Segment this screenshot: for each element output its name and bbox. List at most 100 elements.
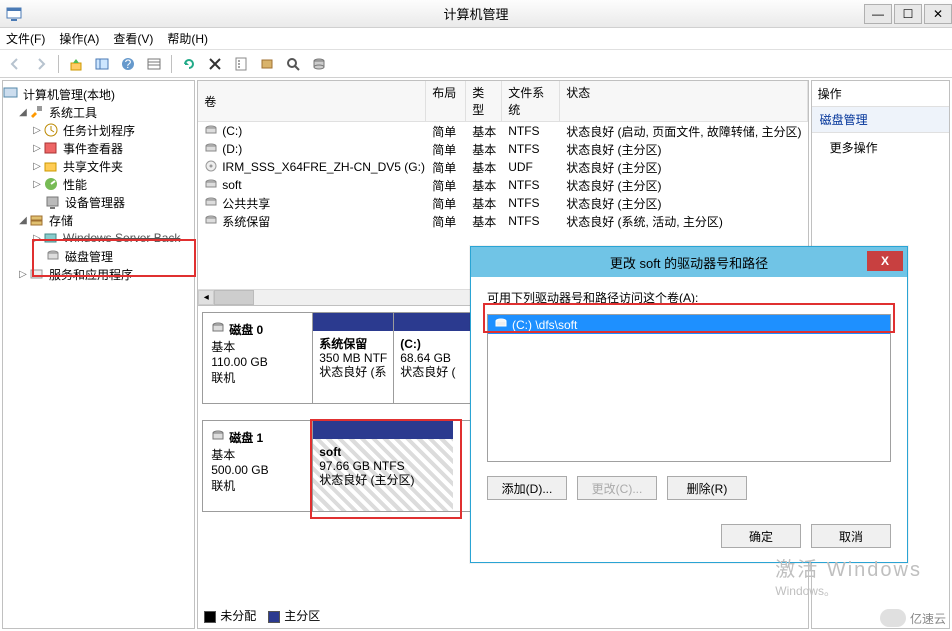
volume-row[interactable]: 系统保留简单基本NTFS状态良好 (系统, 活动, 主分区): [198, 212, 807, 230]
disk-partition[interactable]: 系统保留350 MB NTF状态良好 (系: [313, 313, 393, 403]
tree-system-tools[interactable]: ◢ 系统工具: [3, 103, 194, 121]
tool-find-button[interactable]: [282, 53, 304, 75]
tool-disk-button[interactable]: [308, 53, 330, 75]
partition-size: 68.64 GB: [400, 351, 467, 365]
dialog-path-text: (C:) \dfs\soft: [512, 318, 577, 332]
partition-name: 系统保留: [319, 337, 387, 351]
tree-task-scheduler[interactable]: ▷ 任务计划程序: [3, 121, 194, 139]
tool-refresh-button[interactable]: [178, 53, 200, 75]
dialog-ok-button[interactable]: 确定: [721, 524, 801, 548]
volume-fs: NTFS: [502, 141, 560, 157]
tree-services-apps[interactable]: ▷ 服务和应用程序: [3, 265, 194, 283]
expand-icon[interactable]: ▷: [31, 143, 43, 154]
volume-layout: 简单: [426, 158, 466, 177]
col-volume-header[interactable]: 卷: [198, 81, 426, 121]
expand-icon[interactable]: ▷: [31, 179, 43, 190]
tool-help-button[interactable]: ?: [117, 53, 139, 75]
volume-fs: NTFS: [502, 177, 560, 193]
tree-root[interactable]: 计算机管理(本地): [3, 85, 194, 103]
disk-mgmt-icon: [45, 248, 61, 264]
volume-row[interactable]: IRM_SSS_X64FRE_ZH-CN_DV5 (G:)简单基本UDF状态良好…: [198, 158, 807, 176]
expand-icon[interactable]: ▷: [31, 233, 43, 244]
tool-delete-button[interactable]: [204, 53, 226, 75]
collapse-icon[interactable]: ◢: [17, 215, 29, 226]
volume-row[interactable]: (D:) 简单基本NTFS状态良好 (主分区): [198, 140, 807, 158]
tool-properties-button[interactable]: [230, 53, 252, 75]
volume-layout: 简单: [426, 140, 466, 159]
expand-icon[interactable]: ▷: [31, 125, 43, 136]
dialog-cancel-button[interactable]: 取消: [811, 524, 891, 548]
device-icon: [45, 194, 61, 210]
folder-share-icon: [43, 158, 59, 174]
volume-status: 状态良好 (主分区): [560, 140, 807, 159]
window-close-button[interactable]: ✕: [924, 4, 952, 24]
partition-size: 97.66 GB NTFS: [319, 459, 447, 473]
backup-icon: [43, 230, 59, 246]
dialog-remove-button[interactable]: 删除(R): [667, 476, 747, 500]
volume-name: (D:): [222, 142, 242, 156]
col-fs-header[interactable]: 文件系统: [502, 81, 560, 121]
expand-icon[interactable]: ▷: [17, 269, 29, 280]
dialog-title: 更改 soft 的驱动器号和路径: [610, 253, 768, 272]
tool-view-button[interactable]: [143, 53, 165, 75]
tree-performance[interactable]: ▷ 性能: [3, 175, 194, 193]
menu-action[interactable]: 操作(A): [59, 30, 99, 47]
volume-layout: 简单: [426, 212, 466, 231]
dialog-paths-listbox[interactable]: (C:) \dfs\soft: [487, 314, 891, 462]
dialog-close-button[interactable]: X: [867, 251, 903, 271]
disk-partition[interactable]: (C:)68.64 GB状态良好 (: [393, 313, 473, 403]
volume-layout: 简单: [426, 194, 466, 213]
window-minimize-button[interactable]: —: [864, 4, 892, 24]
dialog-add-button[interactable]: 添加(D)...: [487, 476, 567, 500]
menu-help[interactable]: 帮助(H): [167, 30, 208, 47]
col-status-header[interactable]: 状态: [560, 81, 807, 121]
windows-activation-watermark: 激活 Windows Windows。: [775, 553, 922, 599]
window-maximize-button[interactable]: ☐: [894, 4, 922, 24]
actions-more-link[interactable]: 更多操作: [812, 133, 949, 162]
app-icon: [6, 6, 22, 22]
col-layout-header[interactable]: 布局: [426, 81, 466, 121]
window-titlebar: 计算机管理 — ☐ ✕: [0, 0, 952, 28]
disk-size: 110.00 GB: [211, 355, 304, 369]
nav-back-button[interactable]: [4, 53, 26, 75]
tool-settings-button[interactable]: [256, 53, 278, 75]
volume-status: 状态良好 (主分区): [560, 194, 807, 213]
disk-mode: 基本: [211, 446, 304, 463]
event-icon: [43, 140, 59, 156]
tree-device-manager[interactable]: 设备管理器: [3, 193, 194, 211]
tree-shared-folders[interactable]: ▷ 共享文件夹: [3, 157, 194, 175]
menu-bar: 文件(F) 操作(A) 查看(V) 帮助(H): [0, 28, 952, 50]
disk-icon: [211, 429, 225, 446]
volume-name: 系统保留: [222, 213, 270, 230]
tree-windows-server-backup[interactable]: ▷ Windows Server Back: [3, 229, 194, 247]
col-type-header[interactable]: 类型: [466, 81, 502, 121]
collapse-icon[interactable]: ◢: [17, 107, 29, 118]
tool-panes-button[interactable]: [91, 53, 113, 75]
menu-file[interactable]: 文件(F): [6, 30, 45, 47]
volume-name: IRM_SSS_X64FRE_ZH-CN_DV5 (G:): [222, 160, 425, 174]
menu-view[interactable]: 查看(V): [113, 30, 153, 47]
legend-unallocated: 未分配: [220, 609, 256, 623]
volume-row[interactable]: soft简单基本NTFS状态良好 (主分区): [198, 176, 807, 194]
scroll-left-button[interactable]: ◂: [198, 290, 214, 305]
scroll-thumb[interactable]: [214, 290, 254, 305]
legend-primary: 主分区: [284, 609, 320, 623]
volume-row[interactable]: (C:)简单基本NTFS状态良好 (启动, 页面文件, 故障转储, 主分区): [198, 122, 807, 140]
expand-icon[interactable]: ▷: [31, 161, 43, 172]
tool-up-button[interactable]: [65, 53, 87, 75]
dialog-titlebar[interactable]: 更改 soft 的驱动器号和路径 X: [471, 247, 907, 277]
volume-row[interactable]: 公共共享简单基本NTFS状态良好 (主分区): [198, 194, 807, 212]
tree-disk-management[interactable]: 磁盘管理: [3, 247, 194, 265]
toolbar: ?: [0, 50, 952, 78]
disk-partition[interactable]: soft97.66 GB NTFS状态良好 (主分区): [313, 421, 453, 511]
disk-legend: 未分配 主分区: [204, 607, 320, 624]
dialog-path-item[interactable]: (C:) \dfs\soft: [488, 315, 890, 334]
tree-storage[interactable]: ◢ 存储: [3, 211, 194, 229]
performance-icon: [43, 176, 59, 192]
volume-type: 基本: [466, 140, 502, 159]
nav-forward-button[interactable]: [30, 53, 52, 75]
tree-event-viewer[interactable]: ▷ 事件查看器: [3, 139, 194, 157]
drive-icon: [494, 317, 508, 332]
services-icon: [29, 266, 45, 282]
volume-name: 公共共享: [222, 195, 270, 212]
